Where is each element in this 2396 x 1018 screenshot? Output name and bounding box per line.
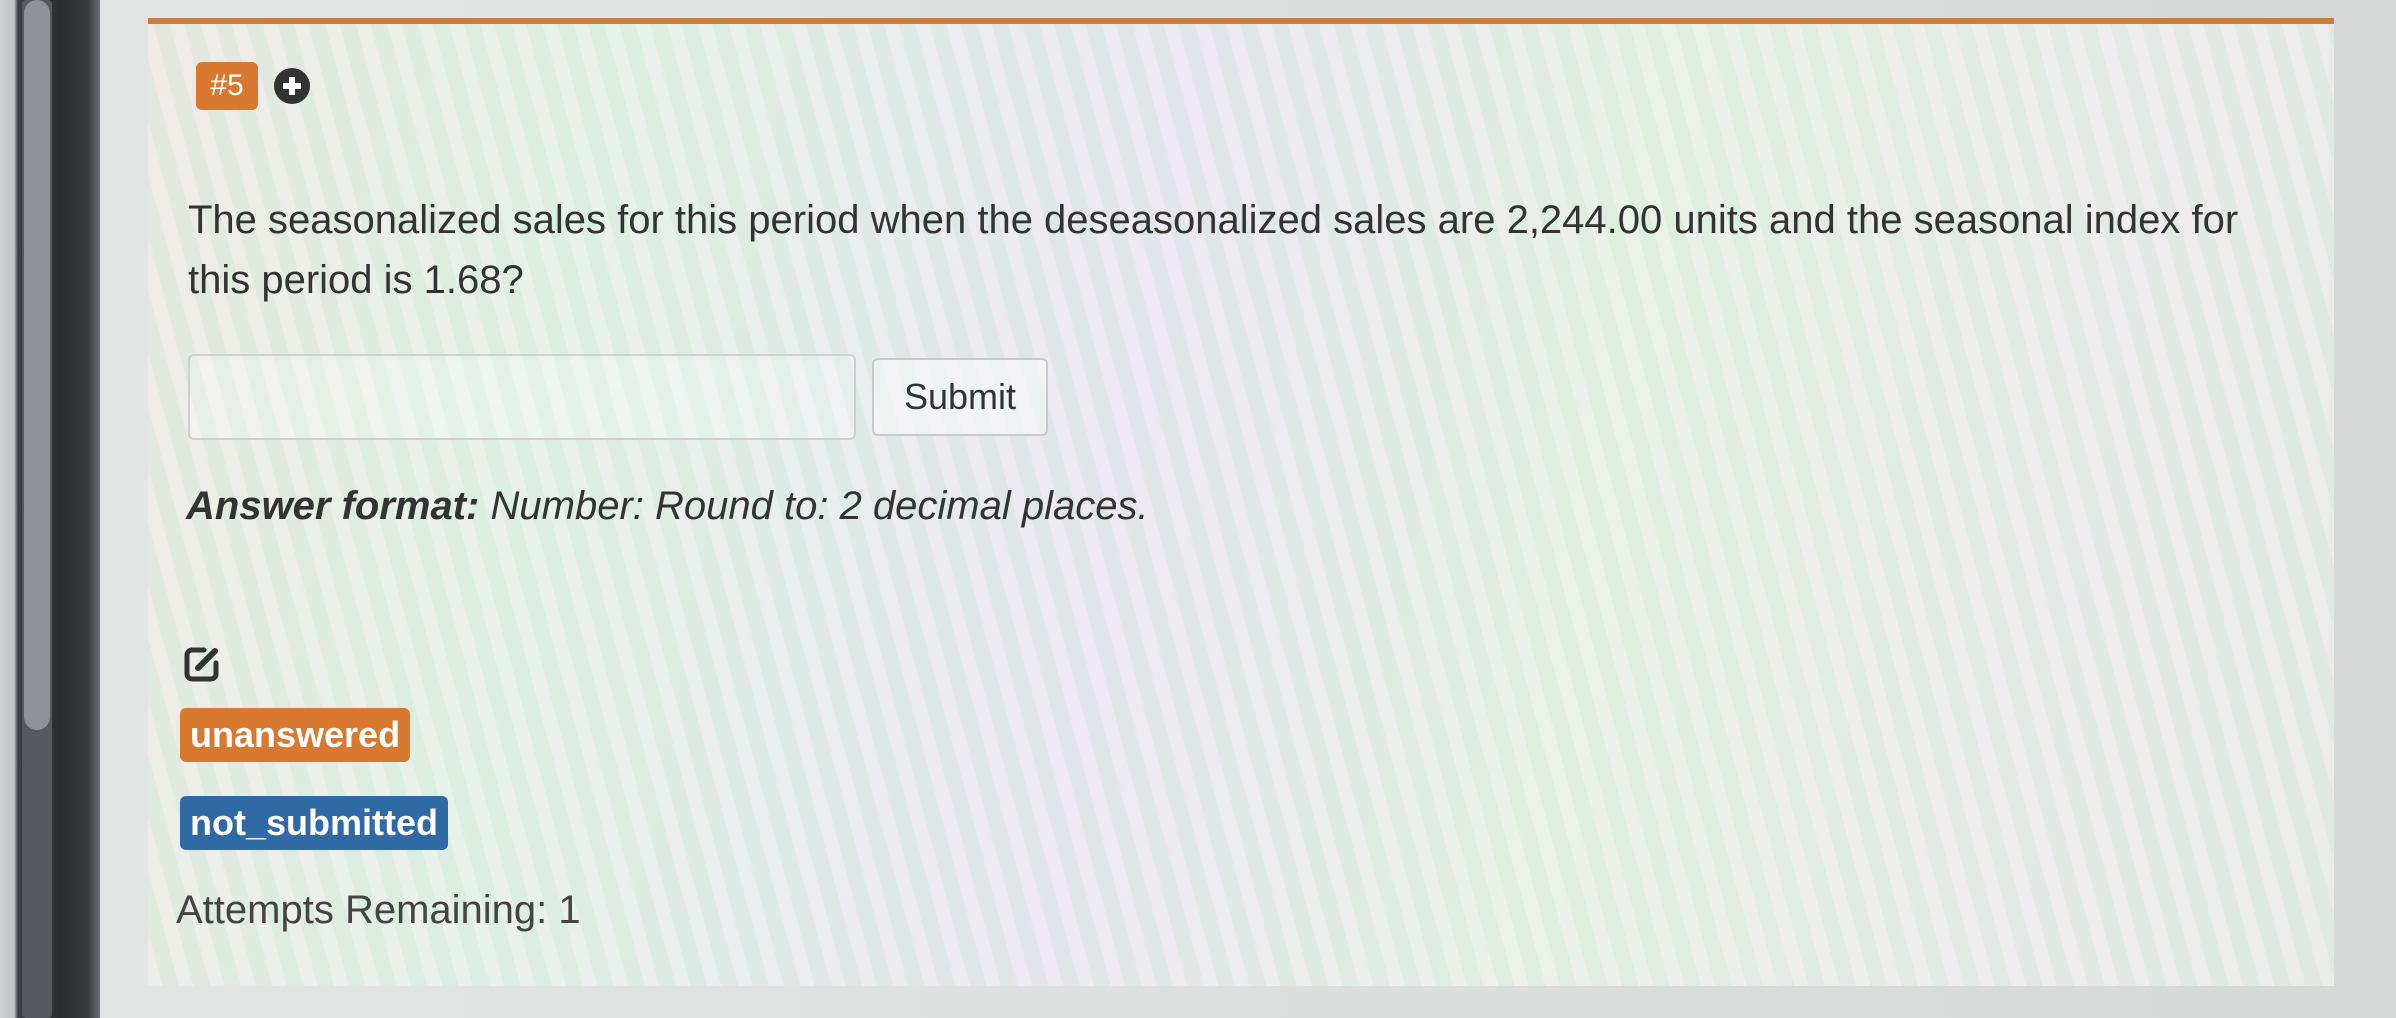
answer-format-text: Number: Round to: 2 decimal places. — [479, 484, 1149, 528]
status-badge-unanswered: unanswered — [180, 708, 411, 762]
plus-circle-icon[interactable] — [274, 68, 310, 104]
attempts-remaining: Attempts Remaining: 1 — [176, 888, 581, 932]
window-left-edge — [0, 0, 100, 1018]
submit-button[interactable]: Submit — [872, 358, 1048, 436]
answer-format: Answer format: Number: Round to: 2 decim… — [186, 476, 1149, 536]
answer-format-label: Answer format: — [186, 484, 480, 528]
edit-icon[interactable] — [182, 644, 222, 684]
scrollbar-thumb[interactable] — [24, 0, 50, 730]
answer-input[interactable] — [188, 354, 856, 440]
question-text: The seasonalized sales for this period w… — [188, 198, 2239, 302]
question-number-badge: #5 — [196, 62, 258, 110]
status-badge-not-submitted: not_submitted — [180, 796, 448, 850]
screen: #5 The seasonalized sales for this perio… — [0, 0, 2396, 1018]
